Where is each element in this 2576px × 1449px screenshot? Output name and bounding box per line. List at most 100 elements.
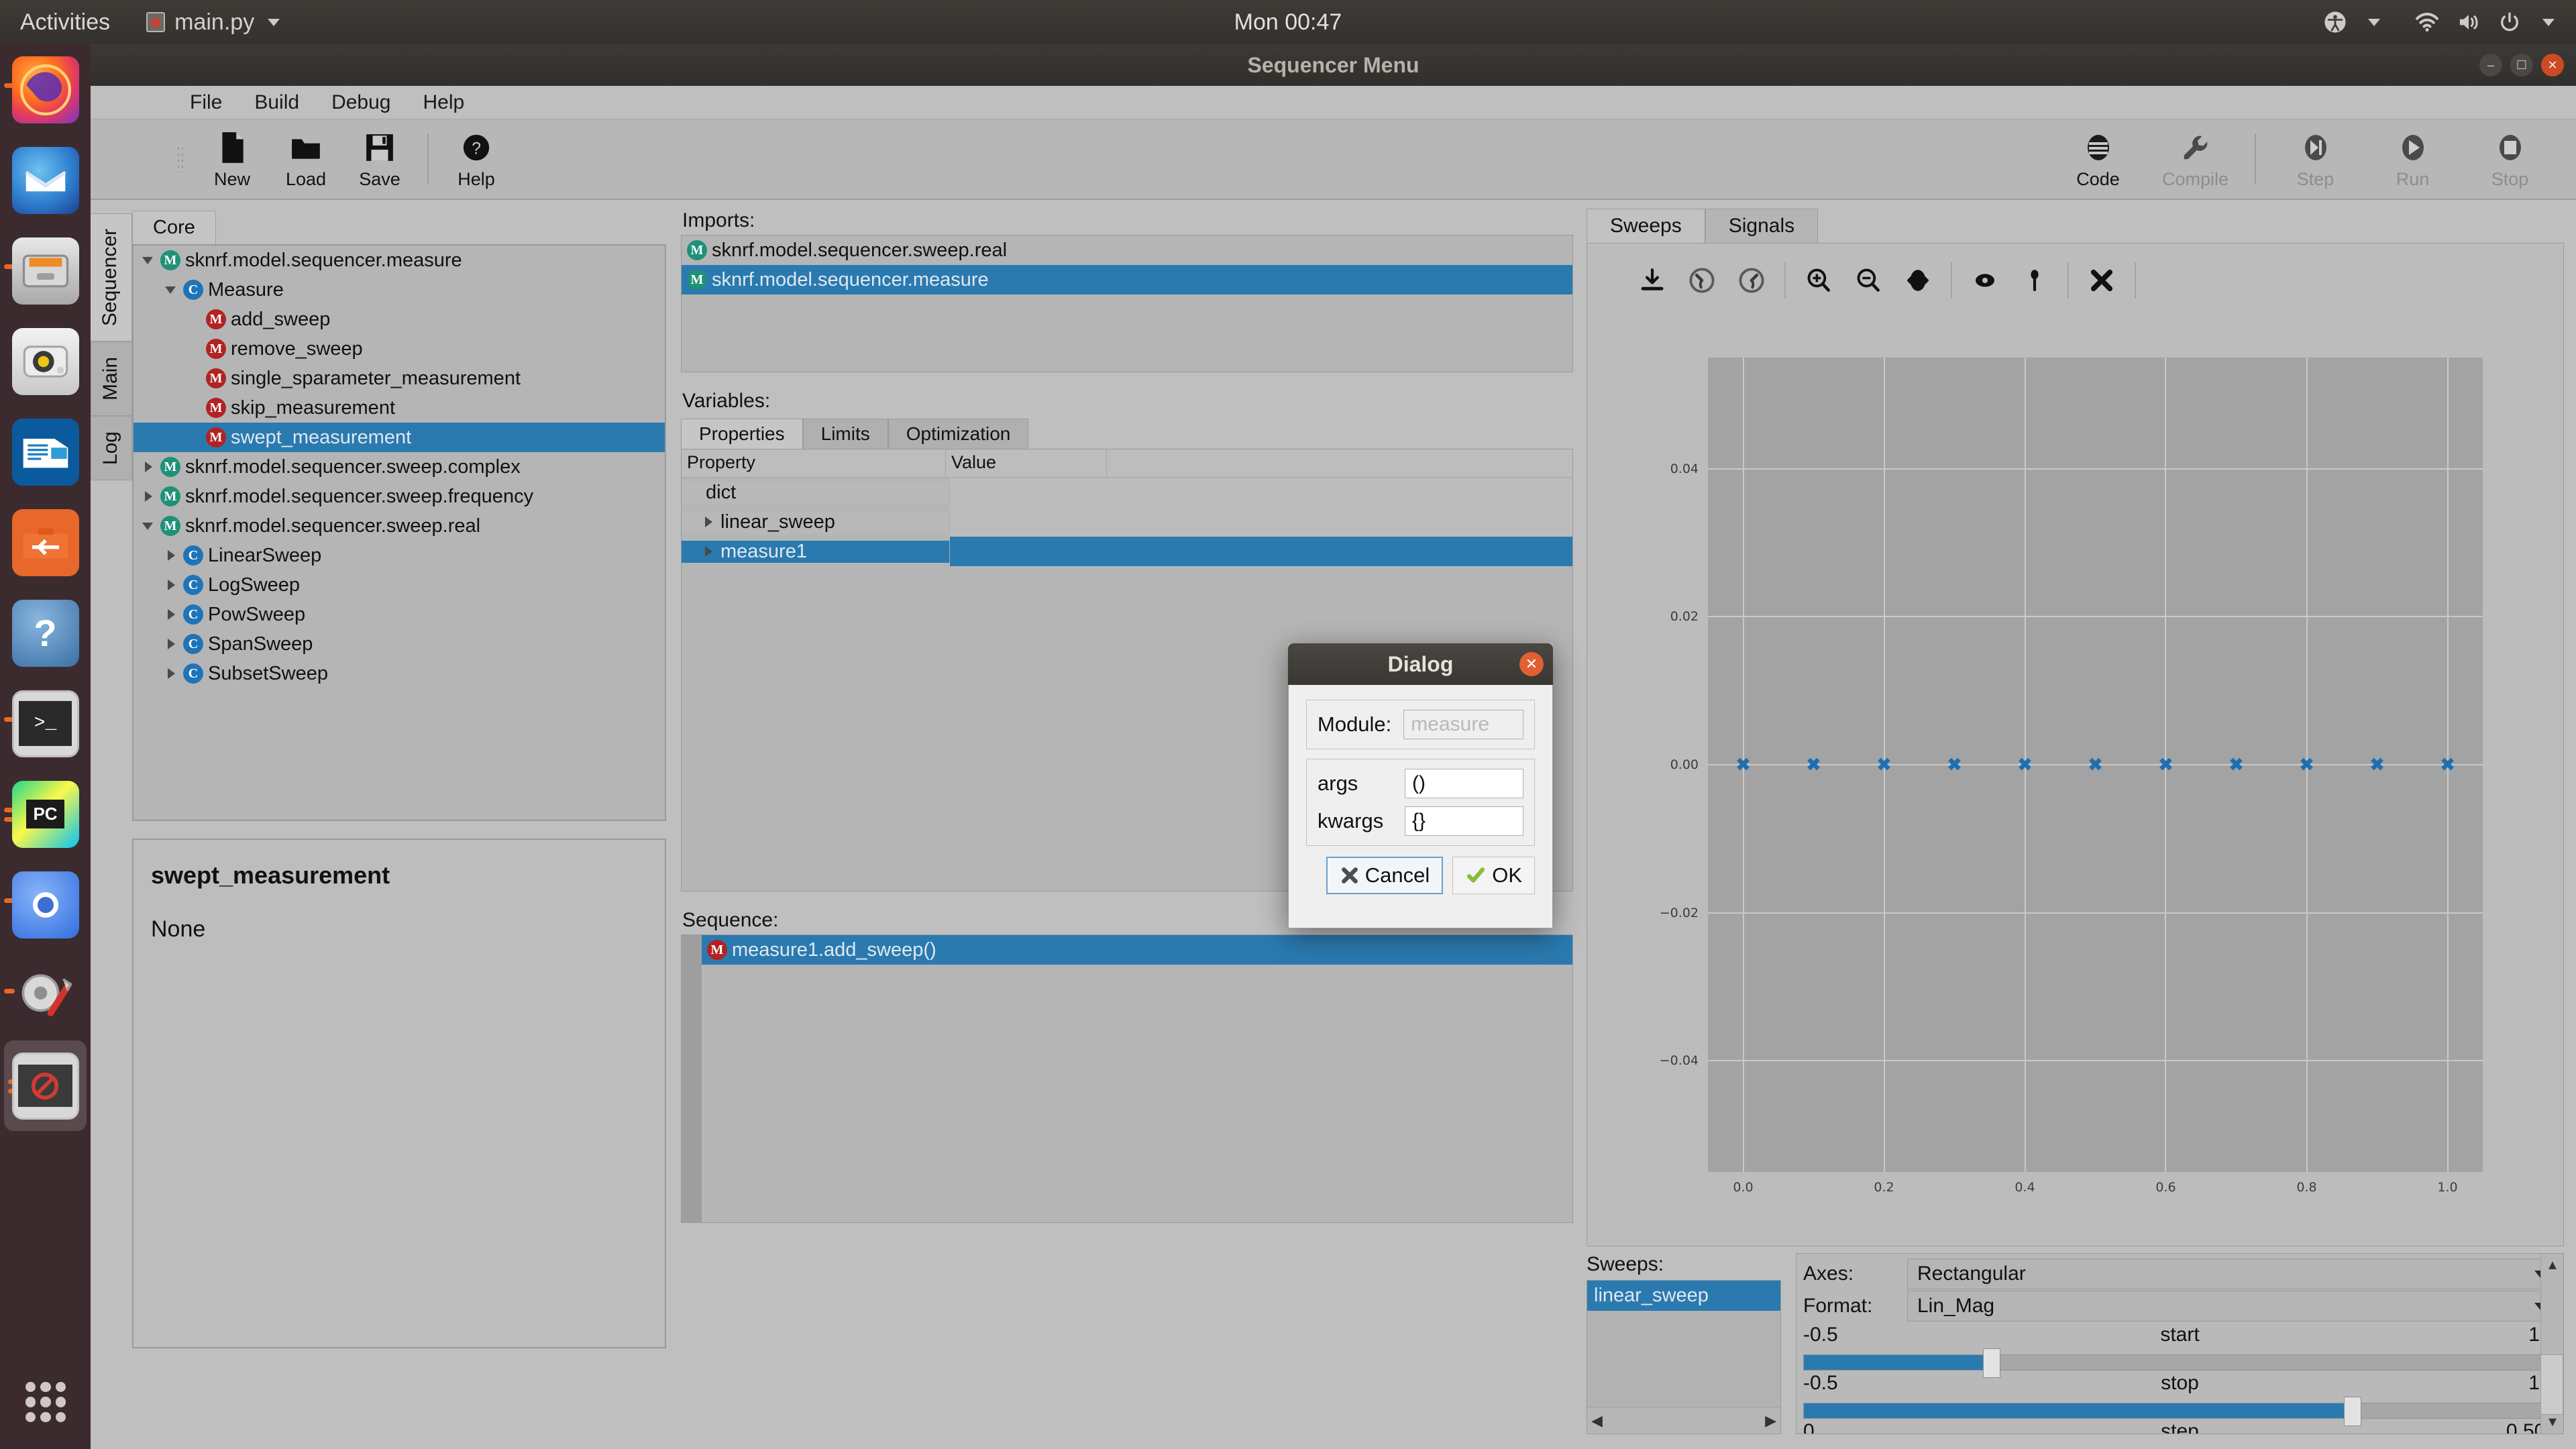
chevron-closed-icon[interactable] xyxy=(700,513,718,531)
chevron-closed-icon[interactable] xyxy=(163,665,180,682)
new-button[interactable]: New xyxy=(195,129,269,190)
chevron-open-icon[interactable] xyxy=(163,281,180,299)
chevron-closed-icon[interactable] xyxy=(163,635,180,653)
tree-item[interactable]: Msknrf.model.sequencer.sweep.real xyxy=(133,511,665,541)
column-header-value[interactable]: Value xyxy=(946,449,1107,477)
fit-width-icon[interactable] xyxy=(1893,256,1943,305)
save-button[interactable]: Save xyxy=(343,129,417,190)
dock-item-terminal[interactable]: >_ xyxy=(0,678,91,769)
clear-x-icon[interactable] xyxy=(2077,256,2127,305)
toolbar-drag-handle[interactable] xyxy=(176,146,186,172)
minimize-button[interactable]: – xyxy=(2479,54,2502,76)
menu-help[interactable]: Help xyxy=(423,91,464,114)
chevron-closed-icon[interactable] xyxy=(140,488,158,505)
chevron-open-icon[interactable] xyxy=(140,517,158,535)
tree-item[interactable]: C LogSweep xyxy=(133,570,665,600)
scroll-right-icon[interactable]: ▶ xyxy=(1765,1412,1776,1430)
dock-item-libreoffice-writer[interactable] xyxy=(0,407,91,497)
chevron-open-icon[interactable] xyxy=(140,252,158,269)
wifi-icon[interactable] xyxy=(2415,12,2439,32)
variables-table-row[interactable]: measure1 xyxy=(682,537,1572,566)
download-icon[interactable] xyxy=(1627,256,1677,305)
vtab-log[interactable]: Log xyxy=(91,416,132,481)
plot-canvas[interactable]: 0.0 0.2 0.4 0.6 0.8 1.0 −0.04 −0.02 0.00 0.02 0.04… xyxy=(1627,331,2523,1219)
imports-list-item[interactable]: Msknrf.model.sequencer.sweep.real xyxy=(682,235,1572,265)
marker-pin-icon[interactable] xyxy=(2010,256,2059,305)
tab-core[interactable]: Core xyxy=(132,211,216,244)
dock-item-settings[interactable] xyxy=(0,950,91,1040)
sweeps-list-item[interactable]: linear_sweep xyxy=(1587,1281,1780,1311)
variables-value-cell[interactable] xyxy=(950,478,1572,507)
tab-optimization[interactable]: Optimization xyxy=(888,419,1029,449)
dock-item-firefox[interactable] xyxy=(0,44,91,135)
chevron-closed-icon[interactable] xyxy=(163,547,180,564)
maximize-button[interactable]: ☐ xyxy=(2510,54,2533,76)
slider-stop[interactable]: -0.5stop1.5 xyxy=(1803,1372,2557,1426)
volume-icon[interactable] xyxy=(2457,11,2481,33)
tree-item[interactable]: Msknrf.model.sequencer.measure xyxy=(133,246,665,275)
variables-value-cell[interactable] xyxy=(950,537,1572,566)
chevron-closed-icon[interactable] xyxy=(700,543,718,560)
tree-item[interactable]: C SpanSweep xyxy=(133,629,665,659)
module-field[interactable]: measure xyxy=(1403,710,1523,739)
redo-rotate-icon[interactable] xyxy=(1727,256,1776,305)
column-header-property[interactable]: Property xyxy=(682,449,946,477)
tree-item[interactable]: Mskip_measurement xyxy=(133,393,665,423)
tree-item[interactable]: Madd_sweep xyxy=(133,305,665,334)
tree-item[interactable]: C Measure xyxy=(133,275,665,305)
chevron-closed-icon[interactable] xyxy=(140,458,158,476)
sequence-list[interactable]: Mmeasure1.add_sweep() xyxy=(681,934,1573,1223)
vtab-sequencer[interactable]: Sequencer xyxy=(91,213,132,342)
menu-debug[interactable]: Debug xyxy=(331,91,390,114)
kwargs-field[interactable]: {} xyxy=(1405,806,1523,836)
zoom-out-icon[interactable] xyxy=(1843,256,1893,305)
menu-build[interactable]: Build xyxy=(254,91,299,114)
format-select[interactable]: Lin_Mag xyxy=(1907,1291,2557,1322)
tree-item[interactable]: Msknrf.model.sequencer.sweep.frequency xyxy=(133,482,665,511)
dock-item-files[interactable] xyxy=(0,225,91,316)
close-icon[interactable]: ✕ xyxy=(1519,652,1544,676)
slider-start[interactable]: -0.5start1.5 xyxy=(1803,1324,2557,1378)
run-button[interactable]: Run xyxy=(2364,129,2461,190)
axes-select[interactable]: Rectangular xyxy=(1907,1258,2557,1289)
slider-track[interactable] xyxy=(1803,1397,2557,1426)
chevron-down-icon[interactable] xyxy=(2542,18,2555,26)
undo-rotate-icon[interactable] xyxy=(1677,256,1727,305)
tree-item[interactable]: Mswept_measurement xyxy=(133,423,665,452)
ok-button[interactable]: OK xyxy=(1452,857,1535,894)
plot-axes[interactable]: 0.0 0.2 0.4 0.6 0.8 1.0 −0.04 −0.02 0.00 0.02 0.04… xyxy=(1660,358,2483,1195)
tree-item[interactable]: C PowSweep xyxy=(133,600,665,629)
chevron-closed-icon[interactable] xyxy=(163,606,180,623)
imports-list-item[interactable]: Msknrf.model.sequencer.measure xyxy=(682,265,1572,294)
variables-table-row[interactable]: dict xyxy=(682,478,1572,507)
axes-vscrollbar[interactable]: ▲ ▼ xyxy=(2540,1254,2563,1434)
dock-item-thunderbird[interactable] xyxy=(0,135,91,225)
close-button[interactable]: ✕ xyxy=(2541,54,2564,76)
menu-file[interactable]: File xyxy=(190,91,222,114)
dock-item-ubuntu-software[interactable] xyxy=(0,497,91,588)
dock-item-pycharm[interactable]: PC xyxy=(0,769,91,859)
clock[interactable]: Mon 00:47 xyxy=(0,9,2576,36)
sweeps-hscrollbar[interactable]: ◀ ▶ xyxy=(1587,1407,1780,1434)
compile-button[interactable]: Compile xyxy=(2147,129,2244,190)
tree-item[interactable]: Msingle_sparameter_measurement xyxy=(133,364,665,393)
slider-track[interactable] xyxy=(1803,1348,2557,1378)
tree-item[interactable]: Msknrf.model.sequencer.sweep.complex xyxy=(133,452,665,482)
variables-value-cell[interactable] xyxy=(950,507,1572,537)
cancel-button[interactable]: Cancel xyxy=(1326,857,1444,894)
slider-step[interactable]: 0 step 0.503 xyxy=(1803,1420,2557,1434)
scroll-down-icon[interactable]: ▼ xyxy=(2541,1411,2563,1434)
tab-signals[interactable]: Signals xyxy=(1705,209,1819,243)
core-tree[interactable]: Msknrf.model.sequencer.measure C Measure Ma… xyxy=(132,244,666,821)
load-button[interactable]: Load xyxy=(269,129,343,190)
stop-button[interactable]: Stop xyxy=(2461,129,2559,190)
zoom-in-icon[interactable] xyxy=(1794,256,1843,305)
args-field[interactable]: () xyxy=(1405,769,1523,798)
imports-list[interactable]: Msknrf.model.sequencer.sweep.real Msknrf.… xyxy=(681,235,1573,372)
code-button[interactable]: Code xyxy=(2049,129,2147,190)
tree-item[interactable]: C SubsetSweep xyxy=(133,659,665,688)
step-button[interactable]: Step xyxy=(2267,129,2364,190)
vtab-main[interactable]: Main xyxy=(91,341,132,417)
sweeps-list[interactable]: linear_sweep ◀ ▶ xyxy=(1587,1280,1781,1434)
help-button[interactable]: ? Help xyxy=(439,129,513,190)
